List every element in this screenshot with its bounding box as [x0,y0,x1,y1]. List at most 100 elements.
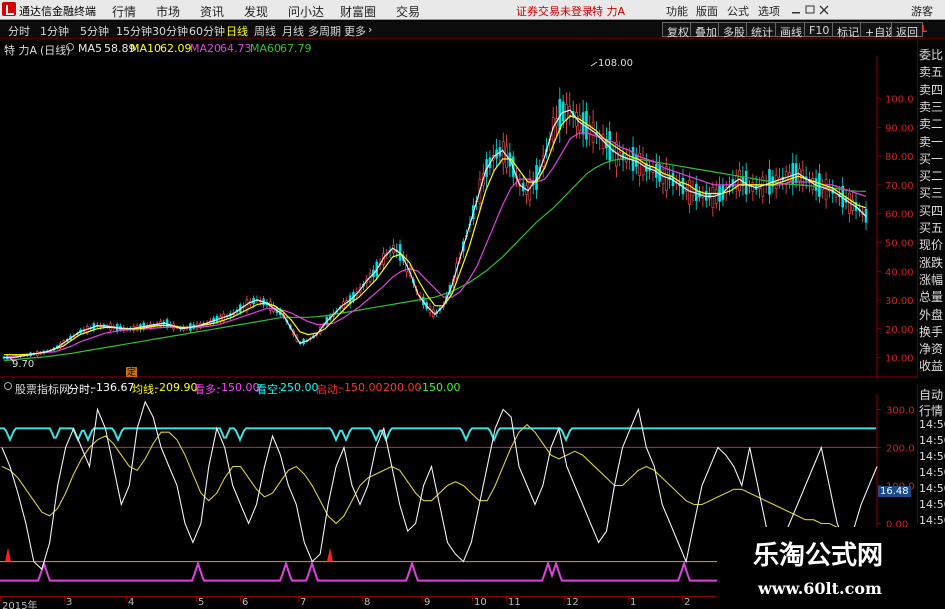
quote-side-panel: L 委比卖五卖四卖三卖二卖一买一买二买三买四买五现价涨跌涨幅总量外盘换手净资收益 [917,24,945,378]
side-item-8[interactable]: 买三 [919,184,945,199]
event-marker-char: 定 [127,366,136,378]
menu-wenxiaoda[interactable]: 问小达 [288,3,324,20]
ma20-name: MA20 [190,42,222,55]
side2-item-1[interactable]: 行情 [919,402,945,417]
side-item-12[interactable]: 涨跌 [919,254,945,269]
ma10-line [4,115,867,356]
side-item-5[interactable]: 卖一 [919,133,945,148]
menu-shichang[interactable]: 市场 [156,3,180,20]
qidong-signal-icon [5,547,11,562]
more-chevron-icon[interactable]: › [368,23,372,36]
tab-monthly[interactable]: 月线 [282,23,304,39]
settings-circle-icon[interactable] [66,43,74,51]
period-tab-bar: 分时 1分钟 5分钟 15分钟 30分钟 60分钟 日线 周线 月线 多周期 更… [0,21,945,39]
candle-body [694,183,698,201]
side-item-4[interactable]: 卖二 [919,115,945,130]
tab-weekly[interactable]: 周线 [254,23,276,39]
price-tick-label: 90.00 [885,123,914,134]
date-tick-mark [362,597,363,601]
side-item-7[interactable]: 买二 [919,167,945,182]
time-side-panel: 自动行情14:5014:5014:5014:5014:5014:5014:50 [917,384,945,527]
side2-item-5[interactable]: 14:50 [919,466,945,481]
title-bar: 通达信金融终端 行情 市场 资讯 发现 问小达 财富圈 交易 证券交易未登录 特… [0,0,945,20]
price-tick-label: 30.00 [885,296,914,307]
side-item-16[interactable]: 换手 [919,323,945,338]
indicator-tick-label: 300.0 [886,405,915,416]
f10-button[interactable]: F10 [804,22,835,37]
side-l-label: L [921,24,928,35]
date-tick-mark [64,597,65,601]
window-controls[interactable] [790,4,830,16]
menu-gongneng[interactable]: 功能 [666,3,688,19]
ma5-name: MA5 [78,42,103,55]
ma10-value: 62.09 [160,42,192,55]
menu-xuanxiang[interactable]: 选项 [758,3,780,19]
candle-body [711,187,715,208]
menu-caifuquan[interactable]: 财富圈 [340,3,376,20]
side-item-14[interactable]: 总量 [919,288,945,303]
menu-banmian[interactable]: 版面 [696,3,718,19]
app-logo-icon [2,2,16,16]
side-item-2[interactable]: 卖四 [919,81,945,96]
side2-item-6[interactable]: 14:50 [919,482,945,497]
side2-item-3[interactable]: 14:50 [919,434,945,449]
tab-30min[interactable]: 30分钟 [152,23,188,39]
candle-body [794,163,798,183]
low-marker: 9.70 [12,359,34,370]
side-item-11[interactable]: 现价 [919,236,945,251]
candle-body [615,141,618,167]
price-chart[interactable]: 100.0 90.00 80.00 70.00 60.00 50.00 40.00 30.00… [0,56,917,378]
user-label[interactable]: 游客 [911,3,933,19]
side-item-0[interactable]: 委比 [919,46,945,61]
price-tick-label: 20.00 [885,325,914,336]
side-item-9[interactable]: 买四 [919,202,945,217]
side2-item-2[interactable]: 14:50 [919,418,945,433]
back-button[interactable]: 返回 [891,22,923,39]
stats-button[interactable]: 统计 [746,22,778,39]
date-tick-11: 1 [630,597,637,608]
tab-fenshi[interactable]: 分时 [8,23,30,39]
login-status[interactable]: 证券交易未登录 [516,3,593,19]
side2-item-0[interactable]: 自动 [919,386,945,401]
indicator-settings-icon[interactable] [4,382,12,390]
tab-multi-period[interactable]: 多周期 [308,23,341,39]
menu-gongshi[interactable]: 公式 [727,3,749,19]
price-tick-label: 40.00 [885,267,914,278]
side-item-17[interactable]: 净资 [919,340,945,355]
tab-60min[interactable]: 60分钟 [189,23,225,39]
menu-hangqing[interactable]: 行情 [112,3,136,20]
date-tick-mark [628,597,629,601]
price-tick-label: 70.00 [885,181,914,192]
draw-line-button[interactable]: 画线 [775,22,807,39]
candle-body [561,101,565,122]
price-tick-label: 10.00 [885,354,914,365]
side2-item-4[interactable]: 14:50 [919,450,945,465]
menu-jiaoyi[interactable]: 交易 [396,3,420,20]
main-chart-header: 特 力A (日线) MA5 58.89 MA10 62.09 MA20 64.7… [0,40,870,57]
candle-body [665,166,668,191]
tab-more[interactable]: 更多 [344,23,366,39]
side2-item-7[interactable]: 14:50 [919,498,945,513]
candle-body [688,179,691,205]
tab-15min[interactable]: 15分钟 [116,23,152,39]
candle-body [818,173,821,197]
date-tick-mark [126,597,127,601]
date-tick-12: 2 [684,597,691,608]
price-tick-label: 60.00 [885,210,914,221]
side-item-6[interactable]: 买一 [919,150,945,165]
tab-5min[interactable]: 5分钟 [80,23,109,39]
side-item-15[interactable]: 外盘 [919,306,945,321]
tab-daily[interactable]: 日线 [226,23,248,39]
side-item-13[interactable]: 涨幅 [919,271,945,286]
side-item-3[interactable]: 卖三 [919,98,945,113]
menu-faxian[interactable]: 发现 [244,3,268,20]
ind-kanduo-value: -150.00 [217,381,260,394]
tab-1min[interactable]: 1分钟 [40,23,69,39]
watermark: 乐淘公式网 www.60lt.com [717,527,945,609]
side-item-18[interactable]: 收益 [919,357,945,372]
side-item-1[interactable]: 卖五 [919,63,945,78]
ind-kankong-value: 250.00 [280,381,319,394]
price-tick-label: 80.00 [885,152,914,163]
menu-zixun[interactable]: 资讯 [200,3,224,20]
side-item-10[interactable]: 买五 [919,219,945,234]
